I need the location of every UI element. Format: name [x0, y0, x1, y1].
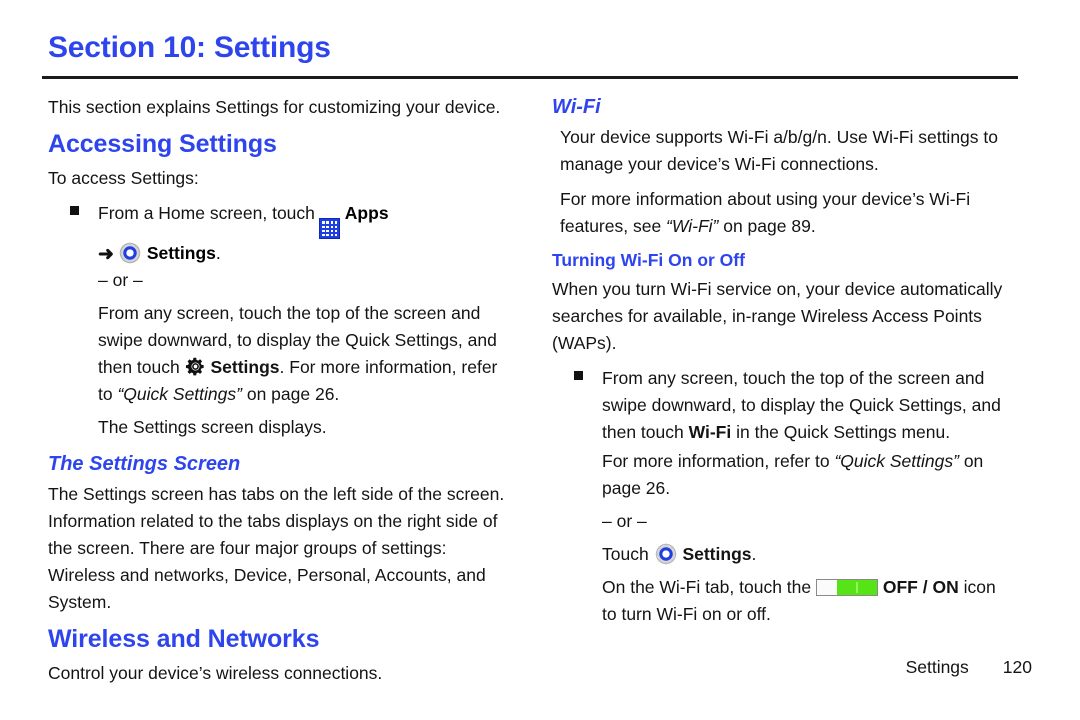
wifi-bullet-text-b: in the Quick Settings menu. [736, 422, 951, 442]
title-divider [42, 76, 1018, 79]
bullet-square-icon [574, 371, 583, 380]
list-item: From any screen, touch the top of the sc… [552, 365, 1014, 446]
wireless-body: Control your device’s wireless connectio… [48, 663, 383, 684]
toggle-text-a: On the Wi-Fi tab, touch the [602, 577, 812, 597]
apps-label: Apps [344, 203, 389, 223]
quick-settings-bold: Settings [210, 357, 280, 378]
heading-the-settings-screen: The Settings Screen [48, 453, 241, 476]
right-column: Wi-Fi Your device supports Wi-Fi a/b/g/n… [552, 94, 1014, 636]
toggle-instruction: On the Wi-Fi tab, touch the OFF / ON ico… [602, 574, 1014, 628]
page-title: Section 10: Settings [48, 31, 331, 64]
heading-wifi: Wi-Fi [552, 96, 601, 118]
heading-accessing-settings: Accessing Settings [48, 130, 277, 158]
toggle-notch [856, 582, 858, 593]
quick-settings-reference: “Quick Settings” [117, 384, 242, 405]
list-item: From a Home screen, touch Apps ➜ Setting… [48, 200, 510, 294]
toggle-label: OFF / ON [882, 577, 959, 597]
or-separator: – or – [602, 511, 647, 531]
touch-settings-period: . [751, 544, 757, 564]
touch-settings-bold: Settings [682, 544, 752, 564]
settings-period: . [215, 243, 221, 264]
apps-grid-icon [319, 218, 341, 240]
settings-gear-black-icon [185, 356, 206, 377]
wifi-paragraph-2: For more information about using your de… [560, 186, 1014, 240]
bullet-text-home-screen: From a Home screen, touch [98, 203, 315, 223]
turning-wifi-body: When you turn Wi-Fi service on, your dev… [552, 279, 1003, 353]
settings-screen-body: The Settings screen has tabs on the left… [48, 484, 505, 613]
settings-screen-displays: The Settings screen displays. [98, 417, 327, 438]
arrow-right-icon: ➜ [98, 244, 114, 266]
or-separator: – or – [98, 270, 143, 291]
footer-section-label: Settings [905, 657, 969, 677]
settings-gear-icon [118, 241, 142, 265]
intro-paragraph: This section explains Settings for custo… [48, 97, 501, 117]
off-on-toggle-icon[interactable] [816, 579, 878, 596]
heading-wireless-and-networks: Wireless and Networks [48, 625, 320, 654]
quick-settings-instruction: From any screen, touch the top of the sc… [48, 300, 510, 441]
more-info-text-a: For more information, refer to [602, 451, 830, 471]
left-column: This section explains Settings for custo… [48, 94, 510, 695]
more-info-reference: “Quick Settings” [834, 451, 959, 471]
wifi-paragraph-1: Your device supports Wi-Fi a/b/g/n. Use … [560, 127, 998, 174]
wifi-reference: “Wi-Fi” [666, 216, 719, 236]
quick-settings-text-c: on page 26. [246, 384, 340, 405]
to-access-label: To access Settings: [48, 168, 199, 188]
settings-gear-icon [654, 542, 678, 566]
document-page: Section 10: Settings This section explai… [0, 0, 1080, 720]
settings-label: Settings [146, 243, 216, 264]
touch-label: Touch [602, 544, 649, 564]
wifi-more-info-block: For more information, refer to “Quick Se… [552, 448, 1014, 628]
heading-turning-wifi-on-or-off: Turning Wi-Fi On or Off [552, 250, 745, 270]
page-footer: Settings 120 [906, 657, 1032, 678]
wifi-para2-text-b: on page 89. [723, 216, 816, 236]
footer-page-number: 120 [1002, 657, 1032, 677]
bullet-square-icon [70, 206, 79, 215]
wifi-bold-label: Wi-Fi [688, 422, 732, 442]
